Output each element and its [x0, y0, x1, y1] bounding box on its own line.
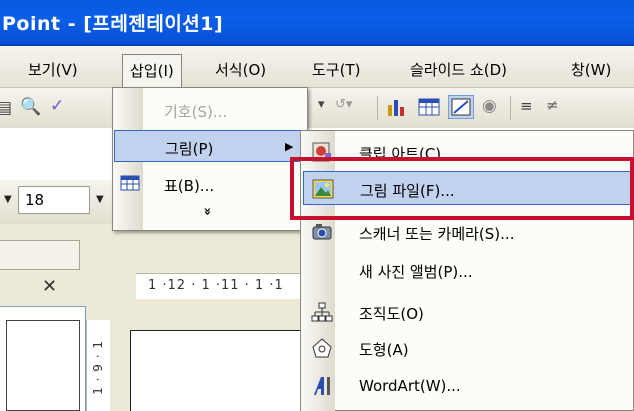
- font-dropdown-arrow-icon[interactable]: ▼: [4, 194, 12, 205]
- submenu-arrow-icon: ▶: [285, 140, 294, 153]
- insert-menu: 기호(S)... 그림(P) ▶ 표(B)... »: [112, 87, 308, 231]
- menu-item-autoshapes[interactable]: 도형(A): [303, 331, 633, 365]
- outline-slides-tab[interactable]: [0, 240, 80, 270]
- vertical-ruler: 1 · 9 · 1: [86, 320, 110, 411]
- menu-slideshow[interactable]: 슬라이드 쇼(D): [410, 59, 507, 80]
- print-preview-icon[interactable]: 🔍: [20, 97, 41, 117]
- redo-icon[interactable]: ↺▾: [335, 97, 352, 112]
- toolbar-separator: [510, 96, 511, 120]
- window-title: Point - [프레젠테이션1]: [2, 13, 224, 35]
- menu-item-label: 표(B)...: [164, 177, 215, 195]
- slide-thumbnail[interactable]: [6, 320, 80, 411]
- org-chart-icon: [311, 302, 333, 322]
- show-formatting-icon[interactable]: ≠: [546, 96, 559, 114]
- wordart-icon: [314, 377, 330, 395]
- scanner-camera-icon: [312, 224, 332, 240]
- expand-all-icon[interactable]: ≡: [520, 97, 533, 115]
- undo-icon[interactable]: ▾: [318, 97, 325, 112]
- menu-item-scanner-camera[interactable]: 스캐너 또는 카메라(S)...: [303, 215, 633, 249]
- standard-toolbar: ▤ 🔍 ✓ ▾ ↺▾ ◉ ≡ ≠: [0, 88, 634, 128]
- menu-item-label: 조직도(O): [359, 305, 424, 323]
- menu-item-label: 새 사진 앨범(P)...: [359, 263, 473, 281]
- horizontal-ruler: 1 ·12 · 1 ·11 · 1 ·1: [136, 273, 316, 299]
- menu-item-org-chart[interactable]: 조직도(O): [303, 295, 633, 329]
- tables-borders-icon[interactable]: [448, 95, 474, 119]
- print-icon[interactable]: ▤: [0, 98, 12, 118]
- annotation-highlight-box: [290, 157, 634, 220]
- ruler-marks: 1 ·12 · 1 ·11 · 1 ·1: [148, 278, 284, 293]
- table-icon: [120, 175, 140, 191]
- menu-tools[interactable]: 도구(T): [312, 59, 360, 80]
- ruler-marks: 1 · 9 · 1: [91, 340, 105, 395]
- menu-item-new-photo-album[interactable]: 새 사진 앨범(P)...: [303, 253, 633, 287]
- menu-item-table[interactable]: 표(B)...: [114, 168, 306, 200]
- font-size-value: 18: [25, 191, 45, 209]
- font-size-dropdown-arrow-icon[interactable]: ▼: [96, 194, 104, 205]
- font-size-combo[interactable]: 18: [18, 186, 90, 214]
- close-pane-icon[interactable]: ✕: [42, 276, 57, 297]
- menu-bar: 보기(V) 삽입(I) 서식(O) 도구(T) 슬라이드 쇼(D) 창(W): [0, 46, 634, 89]
- menu-item-label: 기호(S)...: [164, 103, 228, 121]
- globe-icon[interactable]: ◉: [482, 96, 497, 116]
- table-icon[interactable]: [418, 97, 440, 117]
- title-bar: Point - [프레젠테이션1]: [0, 0, 634, 46]
- autoshape-icon: [312, 338, 332, 358]
- spelling-icon[interactable]: ✓: [50, 96, 64, 116]
- menu-window[interactable]: 창(W): [571, 59, 611, 80]
- toolbar-separator: [377, 96, 378, 120]
- menu-item-label: 스캐너 또는 카메라(S)...: [359, 225, 515, 243]
- menu-view[interactable]: 보기(V): [28, 59, 78, 80]
- menu-item-symbol[interactable]: 기호(S)...: [114, 94, 306, 126]
- menu-item-label: 도형(A): [359, 341, 409, 359]
- slide-canvas[interactable]: [130, 330, 316, 411]
- menu-item-picture[interactable]: 그림(P) ▶: [114, 130, 306, 162]
- menu-item-label: WordArt(W)...: [359, 377, 461, 395]
- chart-icon[interactable]: [386, 97, 408, 117]
- menu-insert[interactable]: 삽입(I): [122, 54, 182, 89]
- expand-menu-icon[interactable]: »: [200, 207, 215, 215]
- menu-item-label: 그림(P): [165, 140, 214, 158]
- menu-format[interactable]: 서식(O): [215, 59, 266, 80]
- menu-item-wordart[interactable]: WordArt(W)...: [303, 369, 633, 403]
